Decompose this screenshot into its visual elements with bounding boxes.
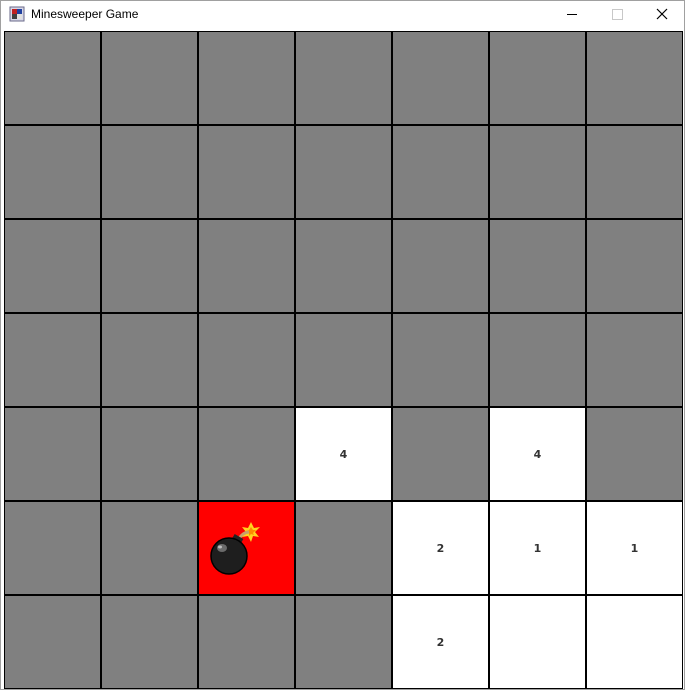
- board-cell[interactable]: [102, 220, 197, 312]
- board-cell[interactable]: [587, 220, 682, 312]
- maximize-icon: [612, 9, 623, 20]
- board-cell[interactable]: [102, 314, 197, 406]
- board-cell: 4: [296, 408, 391, 500]
- board-cell[interactable]: [587, 408, 682, 500]
- board-cell[interactable]: [5, 220, 100, 312]
- close-button[interactable]: [639, 1, 685, 29]
- board-cell[interactable]: [296, 314, 391, 406]
- board-cell[interactable]: [490, 32, 585, 124]
- board-cell[interactable]: [490, 220, 585, 312]
- board-cell[interactable]: [5, 408, 100, 500]
- board-cell: 2: [393, 502, 488, 594]
- minesweeper-app-icon: [9, 6, 25, 22]
- board-cell[interactable]: [199, 314, 294, 406]
- board-cell[interactable]: [393, 220, 488, 312]
- minimize-button[interactable]: [549, 1, 595, 29]
- board-cell[interactable]: [102, 408, 197, 500]
- board-cell: [199, 502, 294, 594]
- minefield-grid: 4 4 2 1 1 2: [4, 31, 683, 689]
- board-cell: [587, 596, 682, 688]
- title-bar[interactable]: Minesweeper Game: [1, 1, 684, 29]
- board-cell[interactable]: [199, 596, 294, 688]
- board-cell[interactable]: [5, 314, 100, 406]
- cell-number: 1: [630, 541, 639, 555]
- board-cell: 1: [490, 502, 585, 594]
- minesweeper-window: Minesweeper Game 4 4 2 1 1 2: [0, 0, 685, 690]
- board-cell[interactable]: [199, 32, 294, 124]
- board-cell[interactable]: [199, 220, 294, 312]
- close-icon: [656, 8, 668, 20]
- board-cell[interactable]: [296, 32, 391, 124]
- board-cell[interactable]: [102, 502, 197, 594]
- board-cell[interactable]: [587, 32, 682, 124]
- board-cell[interactable]: [199, 126, 294, 218]
- board-cell: [490, 596, 585, 688]
- cell-number: 1: [533, 541, 542, 555]
- cell-number: 4: [533, 447, 542, 461]
- board-cell[interactable]: [5, 502, 100, 594]
- board-cell[interactable]: [296, 596, 391, 688]
- board-cell[interactable]: [5, 126, 100, 218]
- board-cell[interactable]: [587, 314, 682, 406]
- board-cell[interactable]: [490, 314, 585, 406]
- board-cell: 1: [587, 502, 682, 594]
- board-cell[interactable]: [102, 596, 197, 688]
- board-cell[interactable]: [587, 126, 682, 218]
- cell-number: 2: [436, 541, 445, 555]
- board-cell[interactable]: [199, 408, 294, 500]
- cell-number: 4: [339, 447, 348, 461]
- board-cell[interactable]: [296, 502, 391, 594]
- board-cell[interactable]: [5, 596, 100, 688]
- cell-number: 2: [436, 635, 445, 649]
- board-cell[interactable]: [393, 126, 488, 218]
- maximize-button[interactable]: [594, 1, 640, 29]
- board-cell[interactable]: [102, 32, 197, 124]
- board-cell[interactable]: [296, 220, 391, 312]
- board-cell[interactable]: [102, 126, 197, 218]
- board-cell[interactable]: [393, 32, 488, 124]
- board-cell: 2: [393, 596, 488, 688]
- board-cell[interactable]: [490, 126, 585, 218]
- board-cell[interactable]: [393, 408, 488, 500]
- minimize-icon: [567, 14, 577, 15]
- bomb-icon: [210, 522, 260, 575]
- board-cell[interactable]: [296, 126, 391, 218]
- board-cell[interactable]: [393, 314, 488, 406]
- board-cell[interactable]: [5, 32, 100, 124]
- board-cell: 4: [490, 408, 585, 500]
- window-title: Minesweeper Game: [31, 7, 139, 21]
